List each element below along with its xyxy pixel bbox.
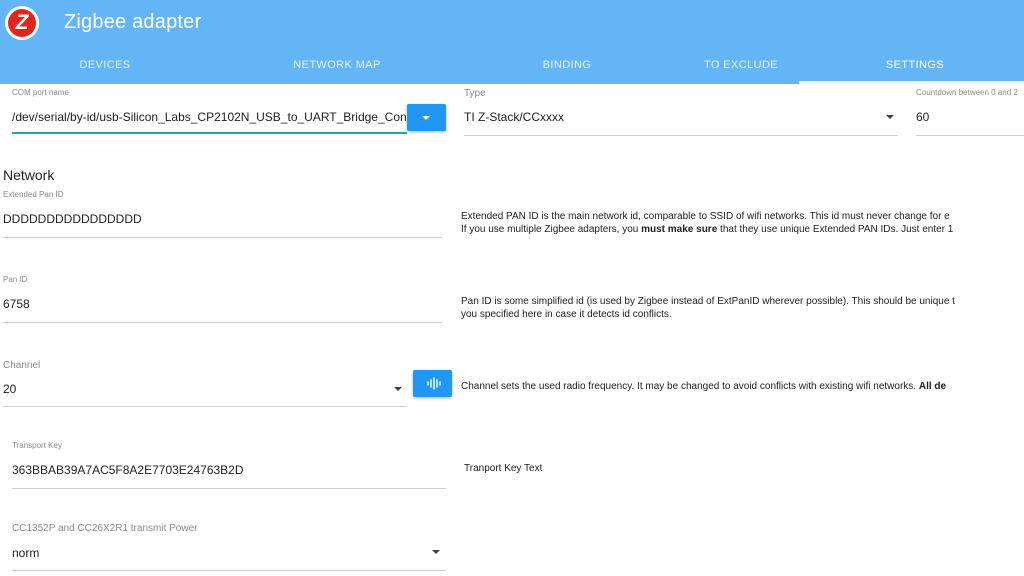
tab-bar: DEVICES NETWORK MAP BINDING TO EXCLUDE S…: [0, 48, 1024, 84]
countdown-input[interactable]: 60: [916, 110, 1016, 124]
network-section-heading: Network: [3, 167, 55, 183]
channel-underline: [3, 406, 407, 407]
com-port-dropdown-button[interactable]: [407, 104, 446, 131]
tx-power-label: CC1352P and CC26X2R1 transmit Power: [12, 523, 198, 534]
channel-scan-button[interactable]: [413, 370, 452, 397]
tab-devices[interactable]: DEVICES: [0, 48, 210, 84]
pan-id-input[interactable]: 6758: [3, 297, 433, 311]
ext-pan-id-help-line2: If you use multiple Zigbee adapters, you…: [461, 224, 954, 235]
chevron-down-icon[interactable]: [432, 550, 440, 554]
ext-pan-id-help-line1: Extended PAN ID is the main network id, …: [461, 211, 950, 222]
type-select[interactable]: TI Z-Stack/CCxxxx: [464, 110, 864, 124]
chevron-down-icon: [422, 116, 430, 120]
type-label: Type: [464, 88, 486, 99]
active-tab-indicator: [799, 81, 1024, 84]
ext-pan-id-underline: [3, 237, 442, 238]
tx-power-underline: [12, 570, 446, 571]
pan-id-help-line1: Pan ID is some simplified id (is used by…: [461, 296, 955, 307]
ext-pan-id-input[interactable]: DDDDDDDDDDDDDDDD: [3, 212, 433, 226]
waveform-icon: [427, 377, 441, 390]
zigbee-logo-icon: Z: [5, 6, 39, 40]
com-port-label: COM port name: [12, 88, 69, 97]
type-underline: [464, 135, 898, 136]
chevron-down-icon[interactable]: [394, 387, 402, 391]
countdown-label: Countdown between 0 and 2: [916, 88, 1018, 97]
channel-label: Channel: [3, 360, 41, 371]
ext-pan-id-label: Extended Pan ID: [3, 190, 64, 199]
channel-help: Channel sets the used radio frequency. I…: [461, 381, 947, 392]
pan-id-help-line2: you specified here in case it detects id…: [461, 309, 672, 320]
tx-power-select[interactable]: norm: [12, 546, 412, 560]
transport-key-underline: [12, 488, 446, 489]
tab-settings[interactable]: SETTINGS: [810, 48, 1020, 84]
pan-id-underline: [3, 322, 442, 323]
transport-key-input[interactable]: 363BBAB39A7AC5F8A2E7703E24763B2D: [12, 463, 442, 477]
pan-id-label: Pan ID: [3, 275, 28, 284]
channel-select[interactable]: 20: [3, 382, 383, 396]
tab-network-map[interactable]: NETWORK MAP: [232, 48, 442, 84]
com-port-underline: [12, 132, 407, 134]
com-port-input[interactable]: /dev/serial/by-id/usb-Silicon_Labs_CP210…: [12, 110, 406, 124]
page-title: Zigbee adapter: [64, 11, 202, 33]
chevron-down-icon[interactable]: [886, 115, 894, 119]
countdown-underline: [916, 135, 1024, 136]
transport-key-label: Transport Key: [12, 441, 62, 450]
transport-key-help: Tranport Key Text: [464, 463, 543, 474]
